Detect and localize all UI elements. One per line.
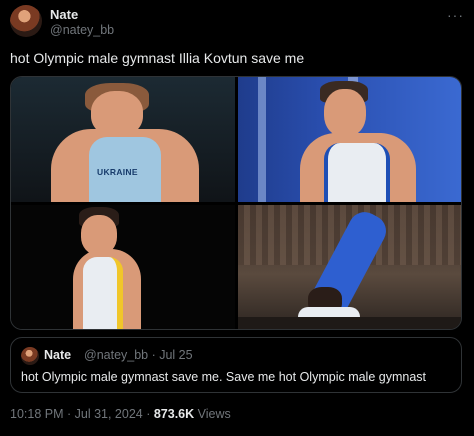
views-count[interactable]: 873.6K (154, 407, 194, 421)
media-grid: UKRAINE (10, 76, 462, 330)
jersey-label: UKRAINE (97, 167, 138, 177)
white-jersey (324, 143, 390, 202)
views-label: Views (194, 407, 231, 421)
tweet-footer: 10:18 PM · Jul 31, 2024 · 873.6K Views (10, 407, 231, 421)
quoted-tweet[interactable]: Nate @natey_bb · Jul 25 hot Olympic male… (10, 337, 462, 393)
quoted-meta: @natey_bb · Jul 25 (84, 348, 193, 362)
photo-1[interactable]: UKRAINE (11, 77, 235, 202)
photo-2[interactable] (238, 77, 461, 202)
quoted-text: hot Olympic male gymnast save me. Save m… (21, 370, 427, 384)
head (324, 89, 366, 137)
author-avatar[interactable] (10, 5, 42, 37)
timestamp[interactable]: 10:18 PM · Jul 31, 2024 · (10, 407, 154, 421)
background-stripe (258, 77, 266, 202)
more-icon[interactable]: ··· (447, 7, 464, 23)
author-name[interactable]: Nate (50, 7, 78, 22)
author-handle[interactable]: @natey_bb (50, 23, 114, 37)
photo-3[interactable] (11, 205, 235, 329)
tweet-header: Nate @natey_bb ··· (10, 5, 464, 41)
pommel-horse (238, 317, 461, 329)
quoted-author-name[interactable]: Nate (44, 348, 71, 362)
tank-top: UKRAINE (89, 137, 161, 202)
jersey (83, 257, 123, 329)
photo-4[interactable] (238, 205, 461, 329)
tweet-text: hot Olympic male gymnast Illia Kovtun sa… (10, 50, 305, 66)
quoted-avatar[interactable] (21, 347, 39, 365)
